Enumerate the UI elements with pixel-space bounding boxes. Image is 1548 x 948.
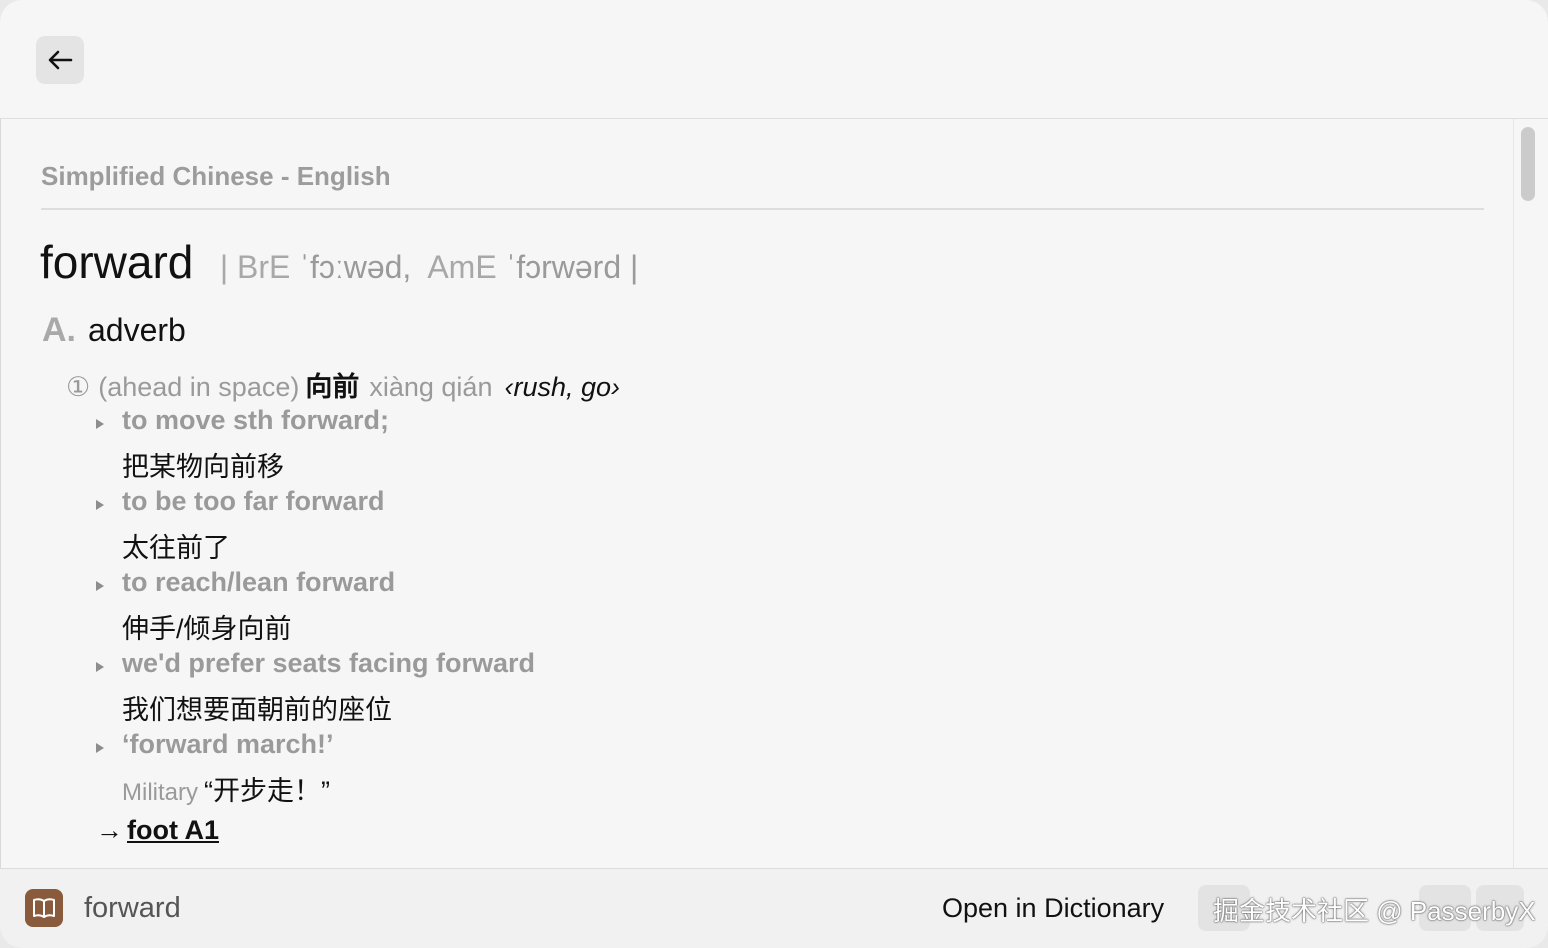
pron-ame-label: AmE — [427, 249, 497, 285]
sense-chinese: 向前 — [305, 372, 360, 402]
register-label: Military — [122, 779, 198, 806]
watermark: 掘金技术社区 @ PasserbyX — [1213, 896, 1536, 926]
scrollbar[interactable] — [1513, 119, 1548, 868]
sense-1: ① (ahead in space) 向前 xiàng qián ‹rush, go› — [66, 365, 620, 404]
book-glyph — [33, 898, 55, 918]
example-chinese: Military “开步走！” — [122, 769, 330, 808]
dictionary-name: Simplified Chinese - English — [41, 161, 391, 191]
part-of-speech: A. adverb — [42, 311, 186, 350]
arrow-left-icon — [48, 50, 73, 70]
example-chinese-text: “开步走！” — [204, 776, 330, 806]
example-english: to be too far forward — [122, 486, 385, 516]
cross-reference: → foot A1 — [96, 815, 219, 846]
sense-gloss: (ahead in space) — [98, 372, 300, 402]
scrollbar-thumb[interactable] — [1521, 127, 1535, 201]
sense-number: ① — [66, 372, 91, 402]
triangle-bullet-icon — [96, 743, 104, 753]
pron-ame-ipa: ˈfɔrwərd | — [505, 249, 639, 285]
open-in-dictionary-button[interactable]: Open in Dictionary — [942, 893, 1164, 924]
triangle-bullet-icon — [96, 581, 104, 591]
example-chinese: 伸手/倾身向前 — [122, 614, 292, 644]
example-chinese: 把某物向前移 — [122, 452, 284, 482]
example-english: to move sth forward; — [122, 405, 390, 435]
example-english: we'd prefer seats facing forward — [122, 648, 536, 678]
book-icon — [25, 889, 63, 927]
example-english: to reach/lean forward — [122, 567, 396, 597]
sense-note: ‹rush, go› — [504, 372, 621, 402]
xref-arrow-icon: → — [96, 815, 123, 845]
triangle-bullet-icon — [96, 419, 104, 429]
headword-row: forward | BrE ˈfɔːwəd, AmE ˈfɔrwərd | — [40, 235, 638, 289]
dictionary-window: Simplified Chinese - English forward | B… — [0, 0, 1548, 948]
sense-pinyin: xiàng qián — [369, 372, 493, 402]
action-bar: forward Open in Dictionary 掘金技术社区 @ Pass… — [0, 868, 1548, 948]
pos-letter: A. — [42, 311, 76, 349]
example-chinese: 我们想要面朝前的座位 — [122, 695, 392, 725]
pronunciation: | BrE ˈfɔːwəd, AmE ˈfɔrwərd | — [220, 249, 638, 285]
result-word: forward — [84, 892, 181, 924]
entry-content[interactable]: Simplified Chinese - English forward | B… — [0, 119, 1514, 868]
pron-bre-label: | BrE — [219, 249, 291, 285]
xref-link[interactable]: foot A1 — [127, 815, 219, 845]
example-english: ‘forward march!’ — [122, 729, 334, 759]
headword: forward — [40, 236, 194, 288]
divider — [41, 208, 1484, 210]
back-button[interactable] — [36, 36, 84, 84]
pron-bre-ipa: ˈfɔːwəd, — [299, 249, 412, 285]
triangle-bullet-icon — [96, 500, 104, 510]
toolbar — [0, 0, 1548, 119]
triangle-bullet-icon — [96, 662, 104, 672]
example-chinese: 太往前了 — [122, 533, 230, 563]
pos-name: adverb — [88, 312, 186, 348]
